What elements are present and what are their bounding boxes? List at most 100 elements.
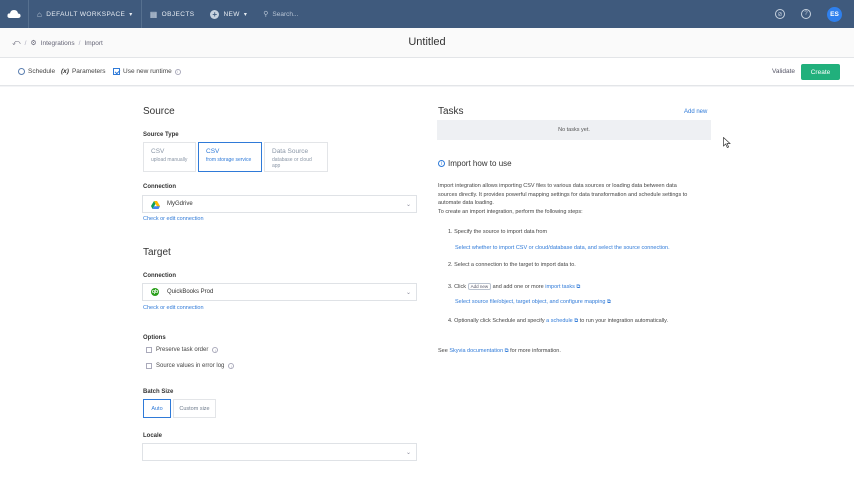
page-header: ⤺ / ⚙ Integrations / Import Untitled — [0, 28, 854, 58]
step-1-detail: Select whether to import CSV or cloud/da… — [455, 245, 670, 251]
locale-select[interactable]: ⌄ — [142, 443, 417, 461]
search-input[interactable]: ⚲ Search... — [255, 0, 306, 28]
schedule-button[interactable]: Schedule — [18, 68, 55, 75]
source-connection-value: MyGdrive — [167, 201, 193, 207]
clock-icon — [18, 68, 25, 75]
search-icon: ⚲ — [263, 11, 269, 18]
source-type-subtitle: upload manually — [151, 157, 188, 163]
target-connection-select[interactable]: qb QuickBooks Prod ⌄ — [142, 283, 417, 301]
source-heading: Source — [143, 106, 175, 117]
option-label: Preserve task order — [156, 347, 209, 353]
workspace-icon: ⌂ — [37, 9, 43, 19]
topbar-right: ⊘ ? ES — [775, 0, 842, 28]
import-tasks-link[interactable]: import tasks — [545, 284, 575, 290]
info-icon[interactable]: i — [212, 347, 219, 353]
use-new-runtime-checkbox[interactable]: Use new runtime i — [113, 68, 181, 75]
schedule-label: Schedule — [28, 68, 56, 75]
how-to-title-text: Import how to use — [448, 159, 512, 168]
external-link-icon: ⧉ — [504, 348, 509, 354]
step-3-detail: Select source file/object, target object… — [455, 299, 611, 306]
toolbar: Schedule (x) Parameters Use new runtime … — [0, 58, 854, 86]
source-values-error-log-checkbox[interactable]: Source values in error log i — [146, 363, 235, 369]
intro-line: Import integration allows importing CSV … — [438, 183, 677, 189]
compass-icon[interactable]: ⊘ — [775, 9, 785, 19]
see-text: See — [438, 348, 448, 354]
step-3: 3. Click Add new and add one or more imp… — [448, 283, 580, 291]
step-4-text: 4. Optionally click Schedule and specify — [448, 318, 545, 324]
locale-label: Locale — [143, 433, 163, 439]
search-placeholder: Search... — [272, 10, 299, 18]
checkbox-checked-icon — [113, 68, 120, 75]
target-heading: Target — [143, 247, 171, 258]
batch-custom-button[interactable]: Custom size — [173, 399, 216, 418]
plus-circle-icon: + — [210, 9, 220, 19]
top-navigation-bar: ⌂ DEFAULT WORKSPACE ▾ ▦ OBJECTS + NEW ▾ … — [0, 0, 854, 28]
source-type-title: CSV — [151, 148, 165, 155]
source-type-title: Data Source — [272, 148, 309, 155]
new-label: NEW — [223, 10, 240, 18]
intro-line: sources directly. It provides powerful m… — [438, 191, 688, 198]
source-type-csv-storage[interactable]: CSV from storage service — [198, 142, 262, 172]
intro-line: automate data loading. — [438, 200, 494, 206]
info-icon[interactable]: i — [228, 363, 235, 369]
checkbox-icon — [146, 347, 152, 353]
mapping-link[interactable]: mapping — [584, 299, 605, 305]
page-title[interactable]: Untitled — [0, 36, 854, 48]
see-text: for more information. — [510, 348, 561, 354]
target-connection-value: QuickBooks Prod — [167, 289, 214, 295]
schedule-link[interactable]: a schedule — [546, 318, 573, 324]
step-4-text: to run your integration automatically. — [579, 318, 668, 324]
google-drive-icon — [151, 200, 160, 209]
quickbooks-icon: qb — [151, 288, 159, 296]
batch-size-label: Batch Size — [143, 389, 174, 395]
chevron-down-icon: ▾ — [129, 11, 133, 18]
source-type-label: Source Type — [143, 132, 179, 138]
batch-auto-button[interactable]: Auto — [143, 399, 171, 418]
info-icon[interactable]: i — [174, 68, 181, 75]
help-icon[interactable]: ? — [801, 9, 811, 19]
source-type-csv-manual[interactable]: CSV upload manually — [143, 142, 196, 172]
checkbox-icon — [146, 363, 152, 369]
external-link-icon: ⧉ — [606, 299, 611, 305]
source-type-subtitle: from storage service — [206, 157, 252, 163]
source-connection-label: Connection — [143, 184, 176, 190]
chevron-down-icon: ▾ — [243, 11, 248, 18]
step-4: 4. Optionally click Schedule and specify… — [448, 318, 668, 325]
step-3-detail-text: Select source file/object, target object… — [455, 299, 583, 305]
tasks-empty-state: No tasks yet. — [437, 120, 711, 140]
how-to-title: i Import how to use — [438, 159, 512, 168]
use-new-runtime-label: Use new runtime — [123, 68, 172, 75]
option-label: Source values in error log — [156, 363, 225, 369]
preserve-task-order-checkbox[interactable]: Preserve task order i — [146, 347, 219, 353]
chevron-down-icon: ⌄ — [405, 450, 411, 456]
external-link-icon: ⧉ — [576, 283, 581, 290]
step-2: 2. Select a connection to the target to … — [448, 262, 576, 268]
source-check-connection-link[interactable]: Check or edit connection — [143, 216, 204, 222]
skyvia-logo-icon[interactable] — [0, 0, 28, 28]
parameters-icon: (x) — [61, 68, 69, 75]
chevron-down-icon: ⌄ — [405, 290, 411, 296]
target-check-connection-link[interactable]: Check or edit connection — [143, 305, 204, 311]
intro-line: To create an import integration, perform… — [438, 208, 583, 215]
objects-label: OBJECTS — [161, 10, 195, 18]
tasks-heading: Tasks — [438, 106, 464, 117]
validate-button[interactable]: Validate — [772, 68, 795, 75]
workspace-selector[interactable]: ⌂ DEFAULT WORKSPACE ▾ — [29, 0, 141, 28]
workspace-label: DEFAULT WORKSPACE — [46, 10, 126, 18]
source-type-title: CSV — [206, 148, 220, 155]
create-button[interactable]: Create — [801, 64, 840, 80]
step-3-text: and add one or more — [492, 283, 544, 290]
external-link-icon: ⧉ — [574, 318, 579, 324]
add-task-link[interactable]: Add new — [684, 109, 707, 115]
documentation-link[interactable]: Skyvia documentation — [449, 348, 503, 354]
objects-menu[interactable]: ▦ OBJECTS — [142, 0, 203, 28]
add-new-pill: Add new — [467, 283, 492, 290]
parameters-button[interactable]: (x) Parameters — [61, 68, 106, 75]
source-type-subtitle: database or cloud app — [272, 157, 312, 169]
new-menu[interactable]: + NEW ▾ — [202, 0, 255, 28]
source-type-data-source[interactable]: Data Source database or cloud app — [264, 142, 328, 172]
options-label: Options — [143, 335, 166, 341]
avatar[interactable]: ES — [827, 6, 842, 22]
source-connection-select[interactable]: MyGdrive ⌄ — [142, 195, 417, 213]
parameters-label: Parameters — [71, 68, 106, 75]
